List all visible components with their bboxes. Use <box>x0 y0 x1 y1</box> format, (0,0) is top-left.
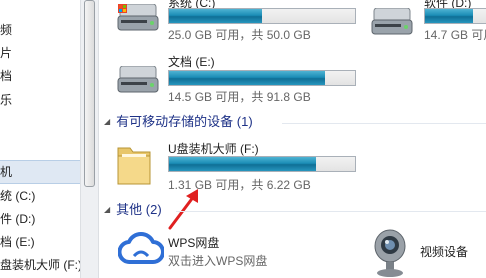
nav-item-label: 统 (C:) <box>0 189 36 203</box>
drive-usage-bar <box>424 8 486 24</box>
cloud-icon[interactable] <box>117 230 165 269</box>
drive-space-info: 25.0 GB 可用，共 50.0 GB <box>168 28 311 42</box>
nav-item-label: 盘装机大师 (F:) <box>0 258 80 272</box>
group-header-other[interactable]: ◢ 其他 (2) <box>104 200 162 220</box>
annotation-arrow-icon <box>168 189 198 230</box>
collapse-triangle-icon[interactable]: ◢ <box>104 205 110 214</box>
nav-item-drive-e[interactable]: 档 (E:) <box>0 232 35 252</box>
group-header-removable[interactable]: ◢ 有可移动存储的设备 (1) <box>104 112 253 132</box>
nav-item-videos[interactable]: 频 <box>0 20 12 40</box>
group-divider <box>282 123 486 124</box>
nav-item-label: 机 <box>0 165 13 179</box>
content-pane: 系统 (C:) 25.0 GB 可用，共 50.0 GB 软件 (D:) 14.… <box>98 0 486 278</box>
drive-usage-fill <box>169 9 262 23</box>
drive-usage-bar <box>168 70 356 86</box>
nav-item-pictures[interactable]: 片 <box>0 43 12 63</box>
navigation-pane: 频 片 档 乐 机 统 (C:) 件 (D:) 档 (E:) 盘装机大师 (F:… <box>0 0 80 278</box>
nav-scrollbar[interactable] <box>80 0 99 278</box>
drive-name: 文档 (E:) <box>168 55 215 69</box>
drive-usage-fill <box>425 9 473 23</box>
drive-name: U盘装机大师 (F:) <box>168 142 259 156</box>
drive-space-info: 14.7 GB 可用，共 <box>424 28 486 42</box>
webcam-icon[interactable] <box>370 224 410 278</box>
nav-item-label: 频 <box>0 23 13 37</box>
drive-usage-fill <box>169 71 326 85</box>
collapse-triangle-icon[interactable]: ◢ <box>104 117 110 126</box>
nav-item-music[interactable]: 乐 <box>0 90 12 110</box>
hard-drive-icon[interactable] <box>114 65 160 99</box>
group-title: 有可移动存储的设备 (1) <box>116 114 253 129</box>
group-title: 其他 (2) <box>116 202 162 217</box>
scrollbar-thumb[interactable] <box>84 0 95 187</box>
nav-item-label: 乐 <box>0 93 13 107</box>
drive-usage-bar <box>168 156 356 172</box>
nav-item-drive-d[interactable]: 件 (D:) <box>0 209 35 229</box>
drive-space-info: 14.5 GB 可用，共 91.8 GB <box>168 90 311 104</box>
hard-drive-icon[interactable] <box>368 7 414 41</box>
nav-item-label: 档 (E:) <box>0 235 35 249</box>
drive-usage-fill <box>169 157 316 171</box>
nav-item-documents[interactable]: 档 <box>0 66 12 86</box>
nav-item-drive-c[interactable]: 统 (C:) <box>0 186 35 206</box>
video-device-title: 视频设备 <box>420 245 469 259</box>
wps-cloud-title: WPS网盘 <box>168 236 220 250</box>
nav-item-label: 片 <box>0 46 13 60</box>
nav-item-drive-f[interactable]: 盘装机大师 (F:) <box>0 255 80 275</box>
hard-drive-icon[interactable] <box>114 3 160 37</box>
wps-cloud-subtitle: 双击进入WPS网盘 <box>168 254 268 268</box>
usb-folder-icon[interactable] <box>114 140 154 189</box>
group-divider <box>176 211 486 212</box>
drive-usage-bar <box>168 8 356 24</box>
nav-item-label: 档 <box>0 69 13 83</box>
nav-item-label: 件 (D:) <box>0 212 36 226</box>
nav-item-computer[interactable]: 机 <box>0 160 80 184</box>
